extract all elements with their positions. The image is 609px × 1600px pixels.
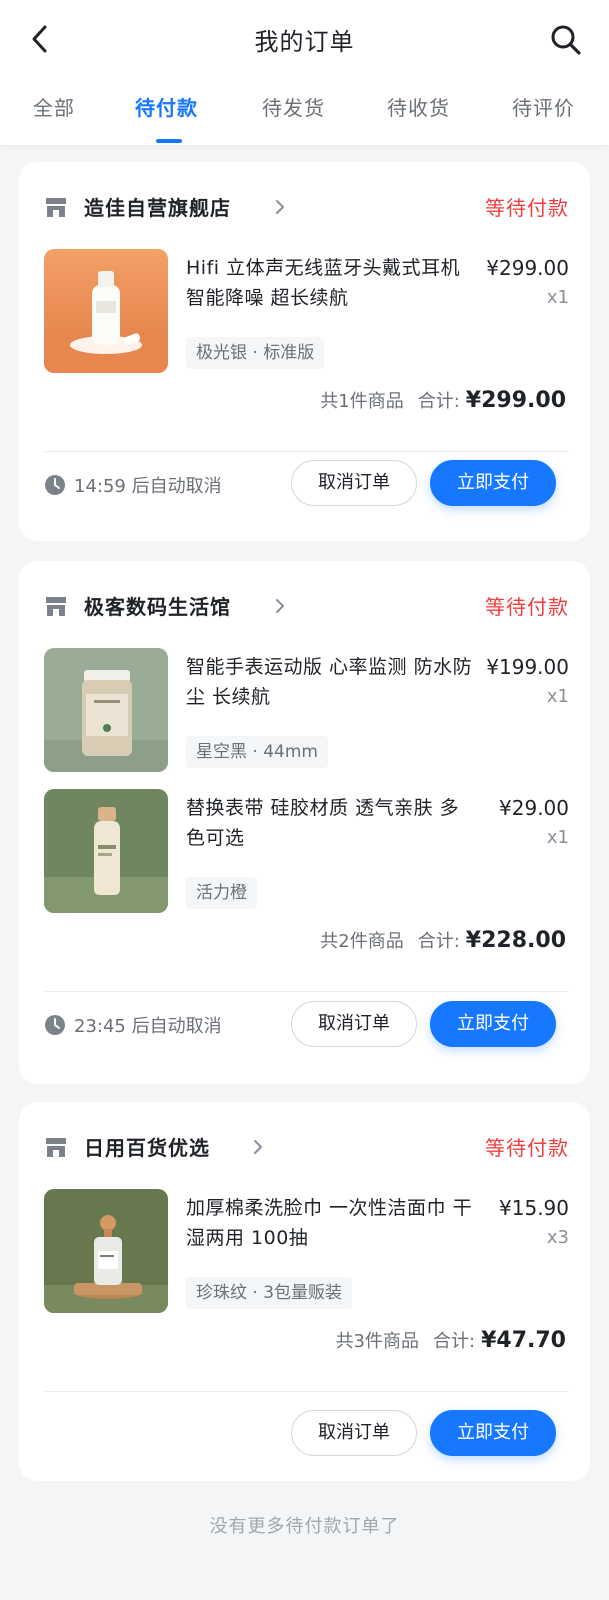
item-count: 共3件商品 — [335, 1331, 420, 1352]
cancel-order-button[interactable]: 取消订单 — [291, 1410, 417, 1456]
product-name: Hifi 立体声无线蓝牙头戴式耳机 智能降噪 超长续航 — [186, 257, 461, 309]
product-spec: 极光银 · 标准版 — [186, 337, 325, 369]
product-quantity: x3 — [546, 1227, 569, 1248]
product-spec: 活力橙 — [186, 877, 257, 909]
product-name: 替换表带 硅胶材质 透气亲肤 多色可选 — [186, 797, 460, 849]
countdown-text: 23:45 后自动取消 — [74, 1016, 222, 1037]
product-price: ¥15.90 — [499, 1196, 569, 1220]
order-item[interactable]: 加厚棉柔洗脸巾 一次性洁面巾 干湿两用 100抽 ¥15.90 x3 珍珠纹 ·… — [44, 1189, 569, 1313]
product-image — [44, 789, 168, 913]
order-total: ¥47.70 — [481, 1328, 566, 1353]
order-item[interactable]: 替换表带 硅胶材质 透气亲肤 多色可选 ¥29.00 x1 活力橙 — [44, 789, 569, 913]
divider — [44, 451, 569, 452]
order-status: 等待付款 — [485, 595, 569, 619]
product-quantity: x1 — [546, 827, 569, 848]
page-title: 我的订单 — [254, 28, 355, 56]
clock-icon — [45, 475, 65, 495]
end-of-list-text: 没有更多待付款订单了 — [209, 1516, 400, 1537]
product-quantity: x1 — [546, 686, 569, 707]
product-spec: 星空黑 · 44mm — [186, 736, 328, 768]
order-status: 等待付款 — [485, 196, 569, 220]
countdown-text: 14:59 后自动取消 — [74, 476, 222, 497]
order-summary: 共2件商品 合计: ¥228.00 — [320, 927, 566, 953]
cancel-order-button[interactable]: 取消订单 — [291, 1001, 417, 1047]
chevron-right-icon — [254, 1140, 262, 1154]
total-label: 合计: — [433, 1331, 476, 1352]
order-item[interactable]: 智能手表运动版 心率监测 防水防尘 长续航 ¥199.00 x1 星空黑 · 4… — [44, 648, 569, 772]
total-label: 合计: — [417, 931, 460, 952]
item-count: 共1件商品 — [320, 391, 404, 412]
pay-now-button[interactable]: 立即支付 — [430, 1410, 556, 1456]
order-status: 等待付款 — [485, 1136, 569, 1160]
store-icon — [46, 597, 66, 616]
order-card: 日用百货优选 等待付款 加厚棉柔洗脸巾 一次性洁面巾 干湿两用 100抽 ¥15… — [19, 1102, 590, 1481]
product-quantity: x1 — [546, 287, 569, 308]
product-name: 智能手表运动版 心率监测 防水防尘 长续航 — [186, 656, 473, 708]
product-image — [44, 1189, 168, 1313]
item-count: 共2件商品 — [320, 931, 404, 952]
store-icon — [46, 198, 66, 217]
order-summary: 共1件商品 合计: ¥299.00 — [320, 387, 566, 413]
divider — [44, 991, 569, 992]
order-total: ¥228.00 — [465, 928, 566, 953]
product-price: ¥299.00 — [486, 256, 569, 280]
tab-pending-shipment[interactable]: 待发货 — [262, 92, 325, 121]
active-tab-indicator — [156, 139, 182, 143]
store-header[interactable]: 造佳自营旗舰店 等待付款 — [44, 190, 569, 226]
chevron-right-icon — [276, 599, 284, 613]
chevron-right-icon — [276, 200, 284, 214]
product-price: ¥29.00 — [499, 796, 569, 820]
pay-now-button[interactable]: 立即支付 — [430, 1001, 556, 1047]
order-card: 造佳自营旗舰店 等待付款 Hifi 立体声无线蓝牙头戴式耳机 智能降噪 超长续航… — [19, 162, 590, 541]
total-label: 合计: — [417, 391, 460, 412]
tab-all[interactable]: 全部 — [33, 92, 75, 121]
product-name: 加厚棉柔洗脸巾 一次性洁面巾 干湿两用 100抽 — [186, 1197, 473, 1249]
order-summary: 共3件商品 合计: ¥47.70 — [336, 1327, 566, 1353]
order-tabs: 全部 待付款 待发货 待收货 待评价 — [0, 92, 609, 132]
store-header[interactable]: 日用百货优选 等待付款 — [44, 1130, 569, 1166]
order-card: 极客数码生活馆 等待付款 智能手表运动版 心率监测 防水防尘 长续航 ¥199.… — [19, 561, 590, 1084]
product-image — [44, 648, 168, 772]
store-name: 日用百货优选 — [84, 1136, 210, 1160]
store-icon — [46, 1138, 66, 1157]
order-total: ¥299.00 — [465, 388, 566, 413]
product-image — [44, 249, 168, 373]
tab-pending-payment[interactable]: 待付款 — [135, 92, 198, 121]
tab-pending-review[interactable]: 待评价 — [512, 92, 575, 121]
cancel-order-button[interactable]: 取消订单 — [291, 460, 417, 506]
search-icon[interactable] — [550, 24, 582, 56]
store-header[interactable]: 极客数码生活馆 等待付款 — [44, 589, 569, 625]
clock-icon — [45, 1015, 65, 1035]
pay-now-button[interactable]: 立即支付 — [430, 460, 556, 506]
store-name: 造佳自营旗舰店 — [84, 196, 231, 220]
store-name: 极客数码生活馆 — [84, 595, 231, 619]
tab-pending-receipt[interactable]: 待收货 — [387, 92, 450, 121]
product-price: ¥199.00 — [486, 655, 569, 679]
order-item[interactable]: Hifi 立体声无线蓝牙头戴式耳机 智能降噪 超长续航 ¥299.00 x1 极… — [44, 249, 569, 373]
divider — [44, 1391, 569, 1392]
product-spec: 珍珠纹 · 3包量贩装 — [186, 1277, 353, 1309]
top-bar: 我的订单 全部 待付款 待发货 待收货 待评价 — [0, 0, 609, 145]
